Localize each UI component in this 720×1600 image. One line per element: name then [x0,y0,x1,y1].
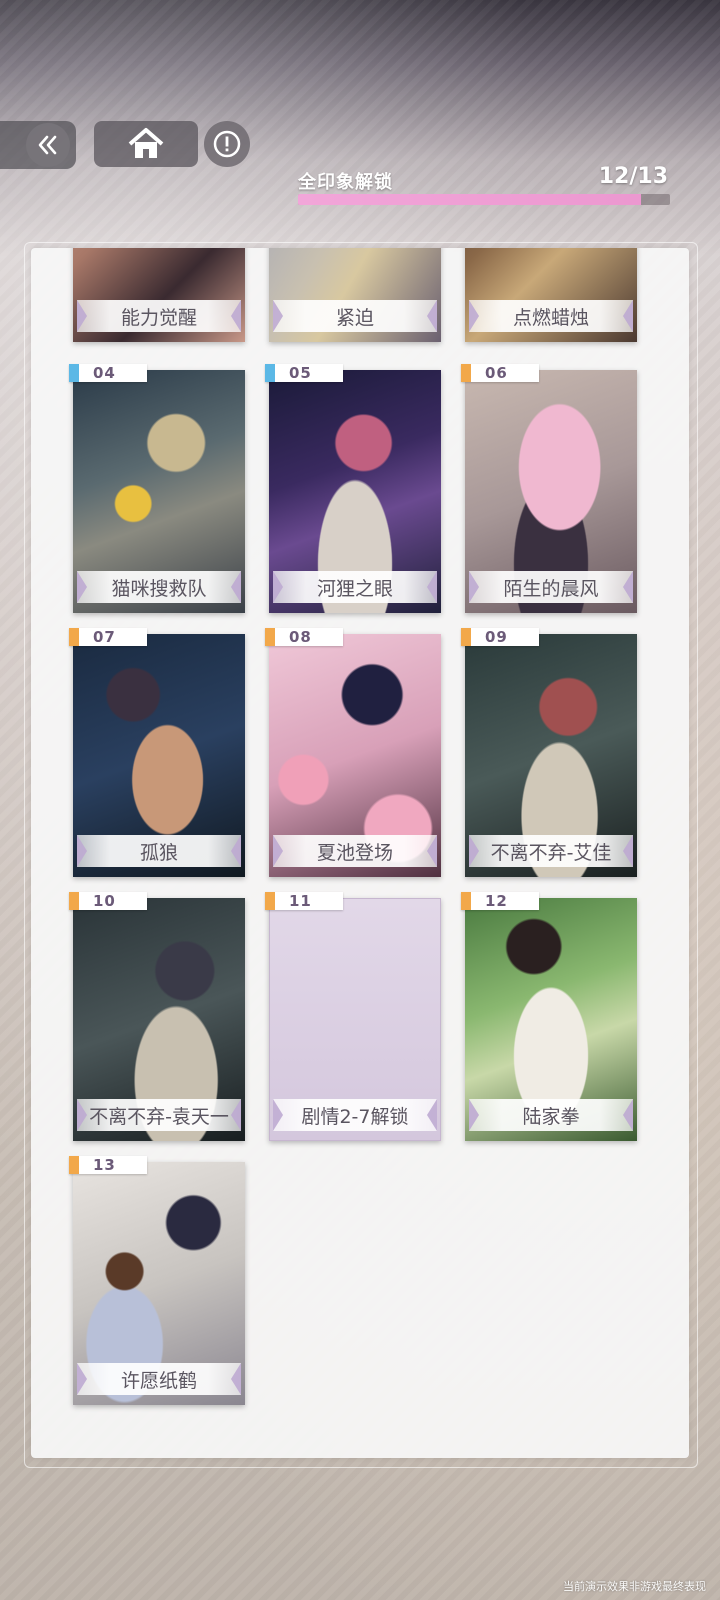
card-title: 河狸之眼 [273,571,437,603]
info-button[interactable] [204,121,250,167]
card-03[interactable]: 点燃蜡烛 [465,248,637,342]
card-12[interactable]: 12 陆家拳 [461,892,637,1141]
card-title: 不离不弃-艾佳 [469,835,633,867]
progress-count: 12/13 [598,164,668,189]
card-02[interactable]: 紧迫 [269,248,441,342]
card-number-tag: 08 [265,628,343,646]
card-title: 许愿纸鹤 [77,1363,241,1395]
card-number-tag: 11 [265,892,343,910]
card-title: 点燃蜡烛 [469,300,633,332]
card-08[interactable]: 08 夏池登场 [265,628,441,877]
card-number-tag: 09 [461,628,539,646]
card-number-tag: 04 [69,364,147,382]
card-title: 紧迫 [273,300,437,332]
card-07[interactable]: 07 孤狼 [69,628,245,877]
back-button[interactable] [0,121,76,169]
home-button[interactable] [94,121,198,167]
card-04[interactable]: 04 猫咪搜救队 [69,364,245,613]
card-06[interactable]: 06 陌生的晨风 [461,364,637,613]
card-10[interactable]: 10 不离不弃-袁天一 [69,892,245,1141]
card-01[interactable]: 能力觉醒 [73,248,245,342]
card-title: 猫咪搜救队 [77,571,241,603]
card-title: 夏池登场 [273,835,437,867]
card-13[interactable]: 13 许愿纸鹤 [69,1156,245,1405]
exclamation-circle-icon [213,130,241,158]
card-number-tag: 12 [461,892,539,910]
card-11-locked[interactable]: 11 剧情2-7解锁 [265,892,441,1141]
card-number-tag: 05 [265,364,343,382]
card-number-tag: 13 [69,1156,147,1174]
card-title: 不离不弃-袁天一 [77,1099,241,1131]
progress-label: 全印象解锁 [298,172,393,193]
card-title: 陆家拳 [469,1099,633,1131]
home-icon [128,128,164,158]
card-title: 能力觉醒 [77,300,241,332]
impression-gallery[interactable]: 能力觉醒 紧迫 点燃蜡烛 04 猫咪搜救队 05 河狸之眼 06 陌生的晨风 0… [31,248,689,1458]
progress-fill [298,194,642,205]
card-number-tag: 10 [69,892,147,910]
card-05[interactable]: 05 河狸之眼 [265,364,441,613]
progress-bar [298,194,670,205]
double-chevron-left-icon [26,123,70,167]
card-title: 孤狼 [77,835,241,867]
card-number-tag: 06 [461,364,539,382]
card-title: 陌生的晨风 [469,571,633,603]
card-number-tag: 07 [69,628,147,646]
footer-disclaimer: 当前演示效果非游戏最终表现 [563,1580,706,1593]
card-09[interactable]: 09 不离不弃-艾佳 [461,628,637,877]
card-title: 剧情2-7解锁 [273,1099,437,1131]
